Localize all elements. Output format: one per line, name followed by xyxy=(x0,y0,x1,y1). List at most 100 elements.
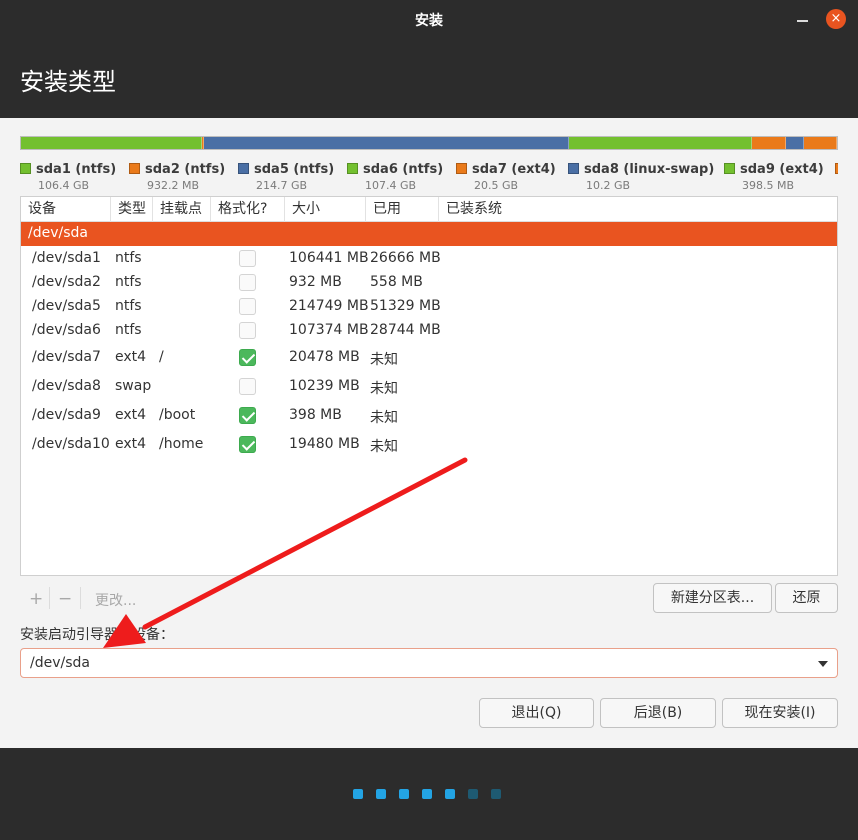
used-cell: 26666 MB xyxy=(370,250,441,266)
legend-swatch xyxy=(835,163,838,174)
bootloader-device-select[interactable]: /dev/sda xyxy=(20,648,838,678)
partition-table[interactable]: 设备 类型 挂载点 格式化? 大小 已用 已装系统 /dev/sda /dev/… xyxy=(20,196,838,576)
size-cell: 107374 MB xyxy=(289,322,369,338)
device-cell: /dev/sda9 xyxy=(32,407,101,423)
legend-item-sda2: sda2 (ntfs) 932.2 MB xyxy=(129,158,225,192)
device-cell: /dev/sda8 xyxy=(32,378,101,394)
used-cell: 未知 xyxy=(370,410,398,426)
legend-size: 106.4 GB xyxy=(38,179,90,192)
minimize-icon[interactable] xyxy=(796,11,810,27)
col-type[interactable]: 类型 xyxy=(111,197,153,222)
type-cell: swap xyxy=(115,378,152,394)
legend-item-overflow xyxy=(835,158,838,177)
format-checkbox-checked[interactable] xyxy=(239,436,256,453)
format-checkbox[interactable] xyxy=(239,378,256,395)
type-cell: ntfs xyxy=(115,322,142,338)
new-partition-table-button[interactable]: 新建分区表... xyxy=(653,583,772,613)
size-cell: 214749 MB xyxy=(289,298,369,314)
table-row[interactable]: /dev/sda7 ext4 / 20478 MB 未知 xyxy=(21,342,837,372)
type-cell: ext4 xyxy=(115,436,147,452)
table-row[interactable]: /dev/sda6 ntfs 107374 MB 28744 MB xyxy=(21,318,837,342)
legend-swatch xyxy=(129,163,140,174)
device-cell: /dev/sda5 xyxy=(32,298,101,314)
main-content: sda1 (ntfs) 106.4 GB sda2 (ntfs) 932.2 M… xyxy=(0,118,858,748)
table-row[interactable]: /dev/sda9 ext4/boot 398 MB 未知 xyxy=(21,400,837,430)
col-mount[interactable]: 挂载点 xyxy=(153,197,211,222)
quit-button[interactable]: 退出(Q) xyxy=(479,698,594,728)
legend-name: sda8 (linux-swap) xyxy=(584,162,715,177)
legend-size: 10.2 GB xyxy=(586,179,631,192)
legend-name: sda5 (ntfs) xyxy=(254,162,335,177)
format-checkbox-checked[interactable] xyxy=(239,349,256,366)
legend-size: 932.2 MB xyxy=(147,179,200,192)
mount-cell: /home xyxy=(159,436,204,452)
mount-cell: / xyxy=(159,349,164,365)
format-checkbox[interactable] xyxy=(239,298,256,315)
legend-size: 107.4 GB xyxy=(365,179,417,192)
progress-dot xyxy=(376,789,386,799)
partition-legend: sda1 (ntfs) 106.4 GB sda2 (ntfs) 932.2 M… xyxy=(20,158,838,192)
mount-cell: /boot xyxy=(159,407,196,423)
bootloader-device-value: /dev/sda xyxy=(30,655,90,671)
used-cell: 未知 xyxy=(370,352,398,368)
title-bar: 安装 × xyxy=(0,0,858,38)
installer-window: 安装 × 安装类型 sda1 (ntfs) 106.4 GB sda2 (ntf… xyxy=(0,0,858,840)
col-device[interactable]: 设备 xyxy=(21,197,111,222)
footer xyxy=(0,748,858,840)
legend-name: sda1 (ntfs) xyxy=(36,162,117,177)
partition-segment xyxy=(203,137,569,149)
used-cell: 558 MB xyxy=(370,274,423,290)
back-button[interactable]: 后退(B) xyxy=(600,698,716,728)
change-partition-button[interactable]: 更改... xyxy=(95,590,136,610)
type-cell: ntfs xyxy=(115,250,142,266)
close-icon[interactable]: × xyxy=(826,9,846,29)
progress-dot xyxy=(353,789,363,799)
size-cell: 398 MB xyxy=(289,407,342,423)
progress-dot xyxy=(491,789,501,799)
progress-dots xyxy=(353,789,501,799)
type-cell: ext4 xyxy=(115,349,147,365)
col-used[interactable]: 已用 xyxy=(366,197,439,222)
page-header: 安装类型 xyxy=(0,38,858,118)
partition-segment xyxy=(21,137,203,149)
disk-name: /dev/sda xyxy=(28,225,88,241)
bootloader-label: 安装启动引导器的设备： xyxy=(20,627,174,643)
size-cell: 19480 MB xyxy=(289,436,360,452)
col-format[interactable]: 格式化? xyxy=(211,197,285,222)
device-cell: /dev/sda7 xyxy=(32,349,101,365)
size-cell: 10239 MB xyxy=(289,378,360,394)
partition-segment xyxy=(751,137,787,149)
add-partition-button[interactable]: + xyxy=(29,589,43,609)
format-checkbox[interactable] xyxy=(239,274,256,291)
progress-dot xyxy=(468,789,478,799)
legend-item-sda6: sda6 (ntfs) 107.4 GB xyxy=(347,158,443,192)
table-row[interactable]: /dev/sda8 swap 10239 MB 未知 xyxy=(21,372,837,400)
table-row[interactable]: /dev/sda1 ntfs 106441 MB 26666 MB xyxy=(21,246,837,270)
table-header: 设备 类型 挂载点 格式化? 大小 已用 已装系统 xyxy=(21,197,837,222)
legend-name: sda6 (ntfs) xyxy=(363,162,444,177)
col-installed-os[interactable]: 已装系统 xyxy=(439,197,837,222)
legend-swatch xyxy=(347,163,358,174)
used-cell: 51329 MB xyxy=(370,298,441,314)
format-checkbox[interactable] xyxy=(239,322,256,339)
table-row-disk[interactable]: /dev/sda xyxy=(21,222,837,246)
revert-button[interactable]: 还原 xyxy=(775,583,838,613)
progress-dot xyxy=(399,789,409,799)
table-row[interactable]: /dev/sda2 ntfs 932 MB 558 MB xyxy=(21,270,837,294)
device-cell: /dev/sda6 xyxy=(32,322,101,338)
progress-dot xyxy=(422,789,432,799)
page-title: 安装类型 xyxy=(20,68,116,96)
col-size[interactable]: 大小 xyxy=(285,197,366,222)
remove-partition-button[interactable]: − xyxy=(58,589,72,609)
table-row[interactable]: /dev/sda10 ext4/home 19480 MB 未知 xyxy=(21,430,837,458)
legend-name: sda7 (ext4) xyxy=(472,162,556,177)
size-cell: 932 MB xyxy=(289,274,342,290)
format-checkbox-checked[interactable] xyxy=(239,407,256,424)
partition-toolbar: + − 更改... 新建分区表... 还原 xyxy=(20,581,838,615)
install-now-button[interactable]: 现在安装(I) xyxy=(722,698,838,728)
type-cell: ext4 xyxy=(115,407,147,423)
type-cell: ntfs xyxy=(115,298,142,314)
table-row[interactable]: /dev/sda5 ntfs 214749 MB 51329 MB xyxy=(21,294,837,318)
legend-item-sda1: sda1 (ntfs) 106.4 GB xyxy=(20,158,116,192)
format-checkbox[interactable] xyxy=(239,250,256,267)
